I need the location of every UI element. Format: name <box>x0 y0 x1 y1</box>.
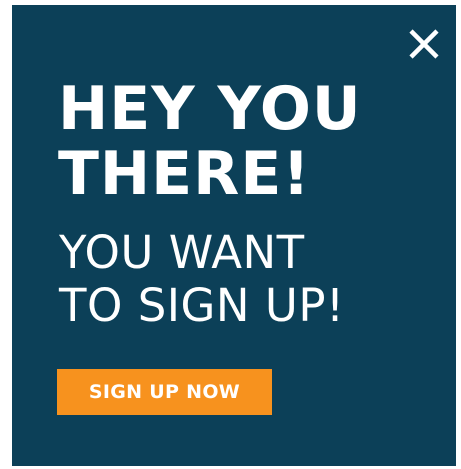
signup-popup: HEY YOU THERE! YOU WANT TO SIGN UP! SIGN… <box>12 5 456 466</box>
popup-headline: HEY YOU THERE! <box>58 77 362 207</box>
popup-subheadline: YOU WANT TO SIGN UP! <box>59 226 345 332</box>
headline-line-1: HEY YOU <box>58 74 362 144</box>
close-button[interactable] <box>407 27 441 61</box>
subhead-line-2: TO SIGN UP! <box>59 279 345 332</box>
headline-line-2: THERE! <box>58 139 311 209</box>
subhead-line-1: YOU WANT <box>59 226 305 279</box>
sign-up-now-button[interactable]: SIGN UP NOW <box>57 369 272 415</box>
close-icon <box>409 29 439 59</box>
